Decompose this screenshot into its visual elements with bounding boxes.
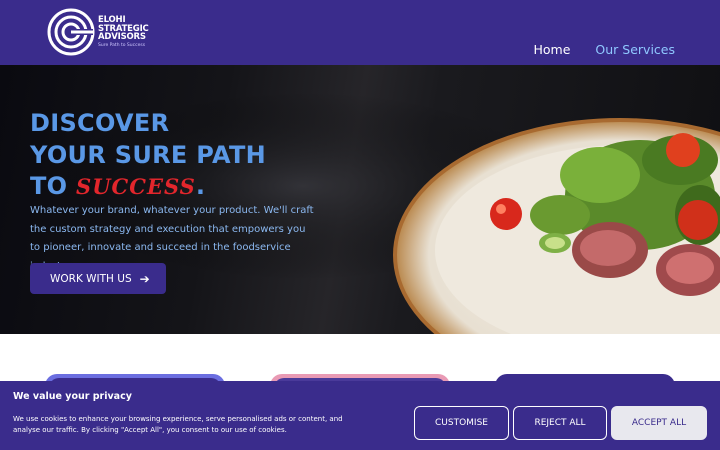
logo-tagline: Sure Path to Success: [98, 42, 146, 48]
nav-our-services[interactable]: Our Services: [595, 42, 675, 57]
hero-title-prefix: TO: [30, 172, 68, 200]
cookie-banner: We value your privacy We use cookies to …: [0, 381, 720, 450]
hero-title-line-1: DISCOVER: [30, 109, 170, 137]
work-with-us-button[interactable]: WORK WITH US ➔: [30, 263, 166, 294]
arrow-right-icon: ➔: [139, 271, 150, 286]
logo-text: ELOHI STRATEGIC ADVISORS Sure Path to Su…: [98, 16, 149, 48]
site-header: ELOHI STRATEGIC ADVISORS Sure Path to Su…: [0, 0, 720, 65]
customise-button[interactable]: CUSTOMISE: [414, 406, 509, 440]
logo-line-3: ADVISORS: [98, 32, 146, 42]
logo-mark-icon: [47, 8, 95, 56]
hero-title: DISCOVER YOUR SURE PATH TO SUCCESS.: [30, 108, 266, 203]
nav-home[interactable]: Home: [533, 42, 570, 57]
site-logo[interactable]: ELOHI STRATEGIC ADVISORS Sure Path to Su…: [46, 7, 149, 57]
reject-all-button[interactable]: REJECT ALL: [513, 406, 607, 440]
hero-title-line-3: TO SUCCESS.: [30, 171, 266, 203]
hero-title-line-2: YOUR SURE PATH: [30, 140, 267, 169]
cookie-title: We value your privacy: [13, 391, 132, 402]
cookie-text: We use cookies to enhance your browsing …: [13, 415, 343, 434]
hero-title-accent: SUCCESS: [76, 174, 196, 199]
hero-section: DISCOVER YOUR SURE PATH TO SUCCESS. What…: [0, 65, 720, 334]
main-nav: Home Our Services: [533, 42, 675, 57]
hero-title-dot: .: [195, 172, 206, 200]
work-with-us-label: WORK WITH US: [50, 272, 132, 285]
accept-all-button[interactable]: ACCEPT ALL: [611, 406, 707, 440]
